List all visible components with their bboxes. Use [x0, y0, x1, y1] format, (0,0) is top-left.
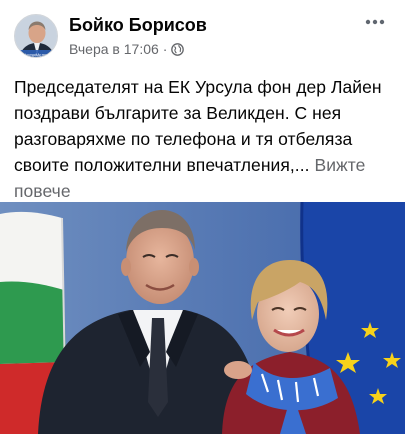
post-photo[interactable]: [0, 202, 405, 434]
author-avatar[interactable]: #НаучиМедиите: [14, 14, 58, 58]
meta-separator: ·: [162, 41, 168, 57]
photo-image: [0, 202, 405, 434]
hand: [224, 361, 252, 379]
more-options-button[interactable]: [361, 10, 389, 34]
more-options-icon: [365, 19, 385, 25]
avatar-photo: #НаучиМедиите: [15, 15, 57, 58]
globe-icon[interactable]: [171, 42, 185, 56]
avatar-badge-text: #НаучиМедиите: [21, 53, 54, 58]
post-text: Председателят на ЕК Урсула фон дер Лайен…: [14, 74, 392, 204]
post-timestamp[interactable]: Вчера в 17:06: [69, 41, 159, 57]
post-header: #НаучиМедиите Бойко Борисов Вчера в 17:0…: [0, 0, 405, 70]
post-meta: Вчера в 17:06 ·: [69, 41, 185, 57]
author-name[interactable]: Бойко Борисов: [69, 15, 207, 36]
